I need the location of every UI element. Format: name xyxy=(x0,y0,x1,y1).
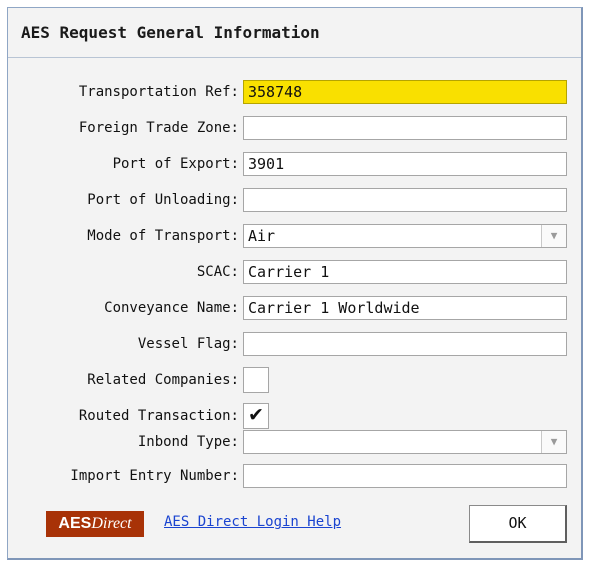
row-inbond-type: Inbond Type: ▼ xyxy=(8,428,584,456)
routed-transaction-checkbox[interactable]: ✔ xyxy=(243,403,269,429)
row-routed-transaction: Routed Transaction: ✔ xyxy=(8,402,584,430)
row-vessel-flag: Vessel Flag: xyxy=(8,330,584,358)
mode-of-transport-label: Mode of Transport: xyxy=(87,228,239,244)
foreign-trade-zone-input[interactable] xyxy=(243,116,567,140)
logo-italic-text: Direct xyxy=(91,515,132,532)
vessel-flag-input[interactable] xyxy=(243,332,567,356)
related-companies-checkbox[interactable] xyxy=(243,367,269,393)
scac-input[interactable]: Carrier 1 xyxy=(243,260,567,284)
row-foreign-trade-zone: Foreign Trade Zone: xyxy=(8,114,584,142)
row-conveyance-name: Conveyance Name: Carrier 1 Worldwide xyxy=(8,294,584,322)
transportation-ref-label: Transportation Ref: xyxy=(78,84,239,100)
port-of-export-input[interactable]: 3901 xyxy=(243,152,567,176)
row-port-of-export: Port of Export: 3901 xyxy=(8,150,584,178)
aesdirect-logo: AESDirect xyxy=(46,511,144,537)
row-scac: SCAC: Carrier 1 xyxy=(8,258,584,286)
routed-transaction-label: Routed Transaction: xyxy=(78,408,239,424)
inbond-type-label: Inbond Type: xyxy=(137,434,239,450)
transportation-ref-input[interactable]: 358748 xyxy=(243,80,567,104)
ok-button[interactable]: OK xyxy=(469,505,567,543)
foreign-trade-zone-label: Foreign Trade Zone: xyxy=(78,120,239,136)
dialog-title: AES Request General Information xyxy=(8,8,581,58)
conveyance-name-input[interactable]: Carrier 1 Worldwide xyxy=(243,296,567,320)
port-of-export-label: Port of Export: xyxy=(112,156,239,172)
row-import-entry-number: Import Entry Number: xyxy=(8,462,584,490)
aes-direct-login-help-link[interactable]: AES Direct Login Help xyxy=(164,514,341,530)
chevron-down-icon[interactable]: ▼ xyxy=(541,225,566,247)
inbond-type-select[interactable]: ▼ xyxy=(243,430,567,454)
chevron-down-icon[interactable]: ▼ xyxy=(541,431,566,453)
row-mode-of-transport: Mode of Transport: Air ▼ xyxy=(8,222,584,250)
row-port-of-unloading: Port of Unloading: xyxy=(8,186,584,214)
logo-bold-text: AES xyxy=(58,515,92,532)
import-entry-number-label: Import Entry Number: xyxy=(70,468,239,484)
port-of-unloading-label: Port of Unloading: xyxy=(87,192,239,208)
import-entry-number-input[interactable] xyxy=(243,464,567,488)
conveyance-name-label: Conveyance Name: xyxy=(104,300,239,316)
mode-of-transport-select[interactable]: Air ▼ xyxy=(243,224,567,248)
mode-of-transport-value: Air xyxy=(248,227,276,245)
related-companies-label: Related Companies: xyxy=(87,372,239,388)
vessel-flag-label: Vessel Flag: xyxy=(137,336,239,352)
row-related-companies: Related Companies: xyxy=(8,366,584,394)
scac-label: SCAC: xyxy=(196,264,239,280)
aes-request-dialog: AES Request General Information Transpor… xyxy=(7,7,583,560)
row-transportation-ref: Transportation Ref: 358748 xyxy=(8,78,584,106)
port-of-unloading-input[interactable] xyxy=(243,188,567,212)
